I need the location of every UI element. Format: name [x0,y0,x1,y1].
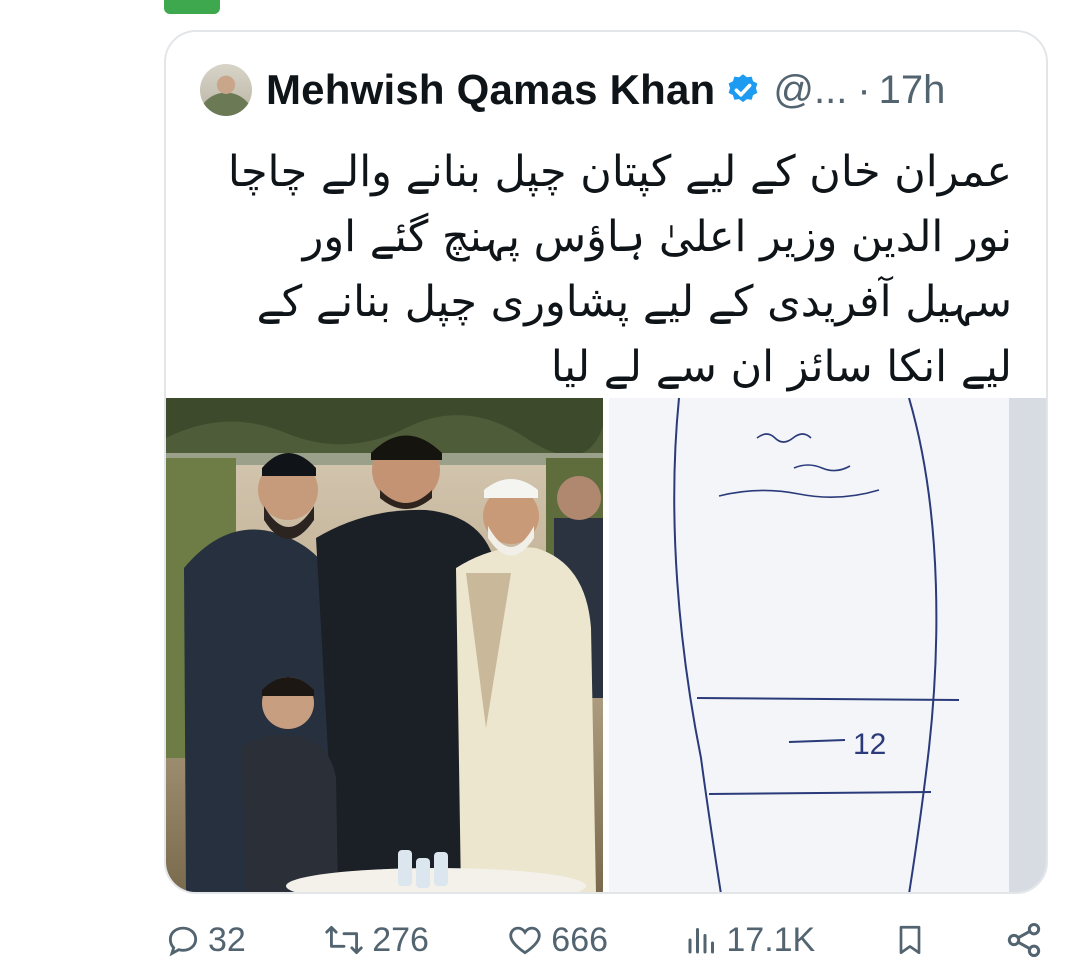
views-icon [688,928,715,954]
author-row: Mehwish Qamas Khan @... · 17h [200,60,1016,120]
timestamp[interactable]: 17h [879,68,946,113]
avatar[interactable] [200,64,252,116]
repost-button[interactable]: 276 [322,921,429,960]
repost-count: 276 [372,920,429,959]
verified-badge-icon [728,74,758,103]
photo-group-portrait[interactable] [166,398,603,892]
bookmark-button[interactable] [892,920,928,960]
share-button[interactable] [1004,920,1044,960]
share-icon [1007,923,1041,957]
tracing-number: 12 [853,728,886,761]
media-grid: 12 [166,398,1046,892]
view-count: 17.1K [726,920,816,959]
like-count: 666 [551,920,609,959]
like-button[interactable]: 666 [505,921,608,960]
author-handle[interactable]: @... [773,68,847,113]
bookmark-icon [899,925,920,955]
heart-icon [509,926,541,955]
quoted-tweet-card[interactable]: Mehwish Qamas Khan @... · 17h عمران خان … [164,30,1048,894]
tweet-actions: 32 276 666 17.1K [164,918,1044,962]
status-indicator [164,0,220,14]
group-portrait-illustration [166,398,603,892]
photo-foot-tracing[interactable]: 12 [609,398,1046,892]
separator-dot: · [857,67,871,112]
reply-button[interactable]: 32 [164,921,246,960]
author-name[interactable]: Mehwish Qamas Khan [266,66,715,114]
repost-icon [325,926,363,954]
reply-icon [168,926,198,957]
reply-count: 32 [208,920,246,959]
tweet-text: عمران خان کے لیے کپتان چپل بنانے والے چا… [227,147,1012,392]
foot-tracing-illustration: 12 [609,398,1046,892]
views-button[interactable]: 17.1K [684,921,815,960]
